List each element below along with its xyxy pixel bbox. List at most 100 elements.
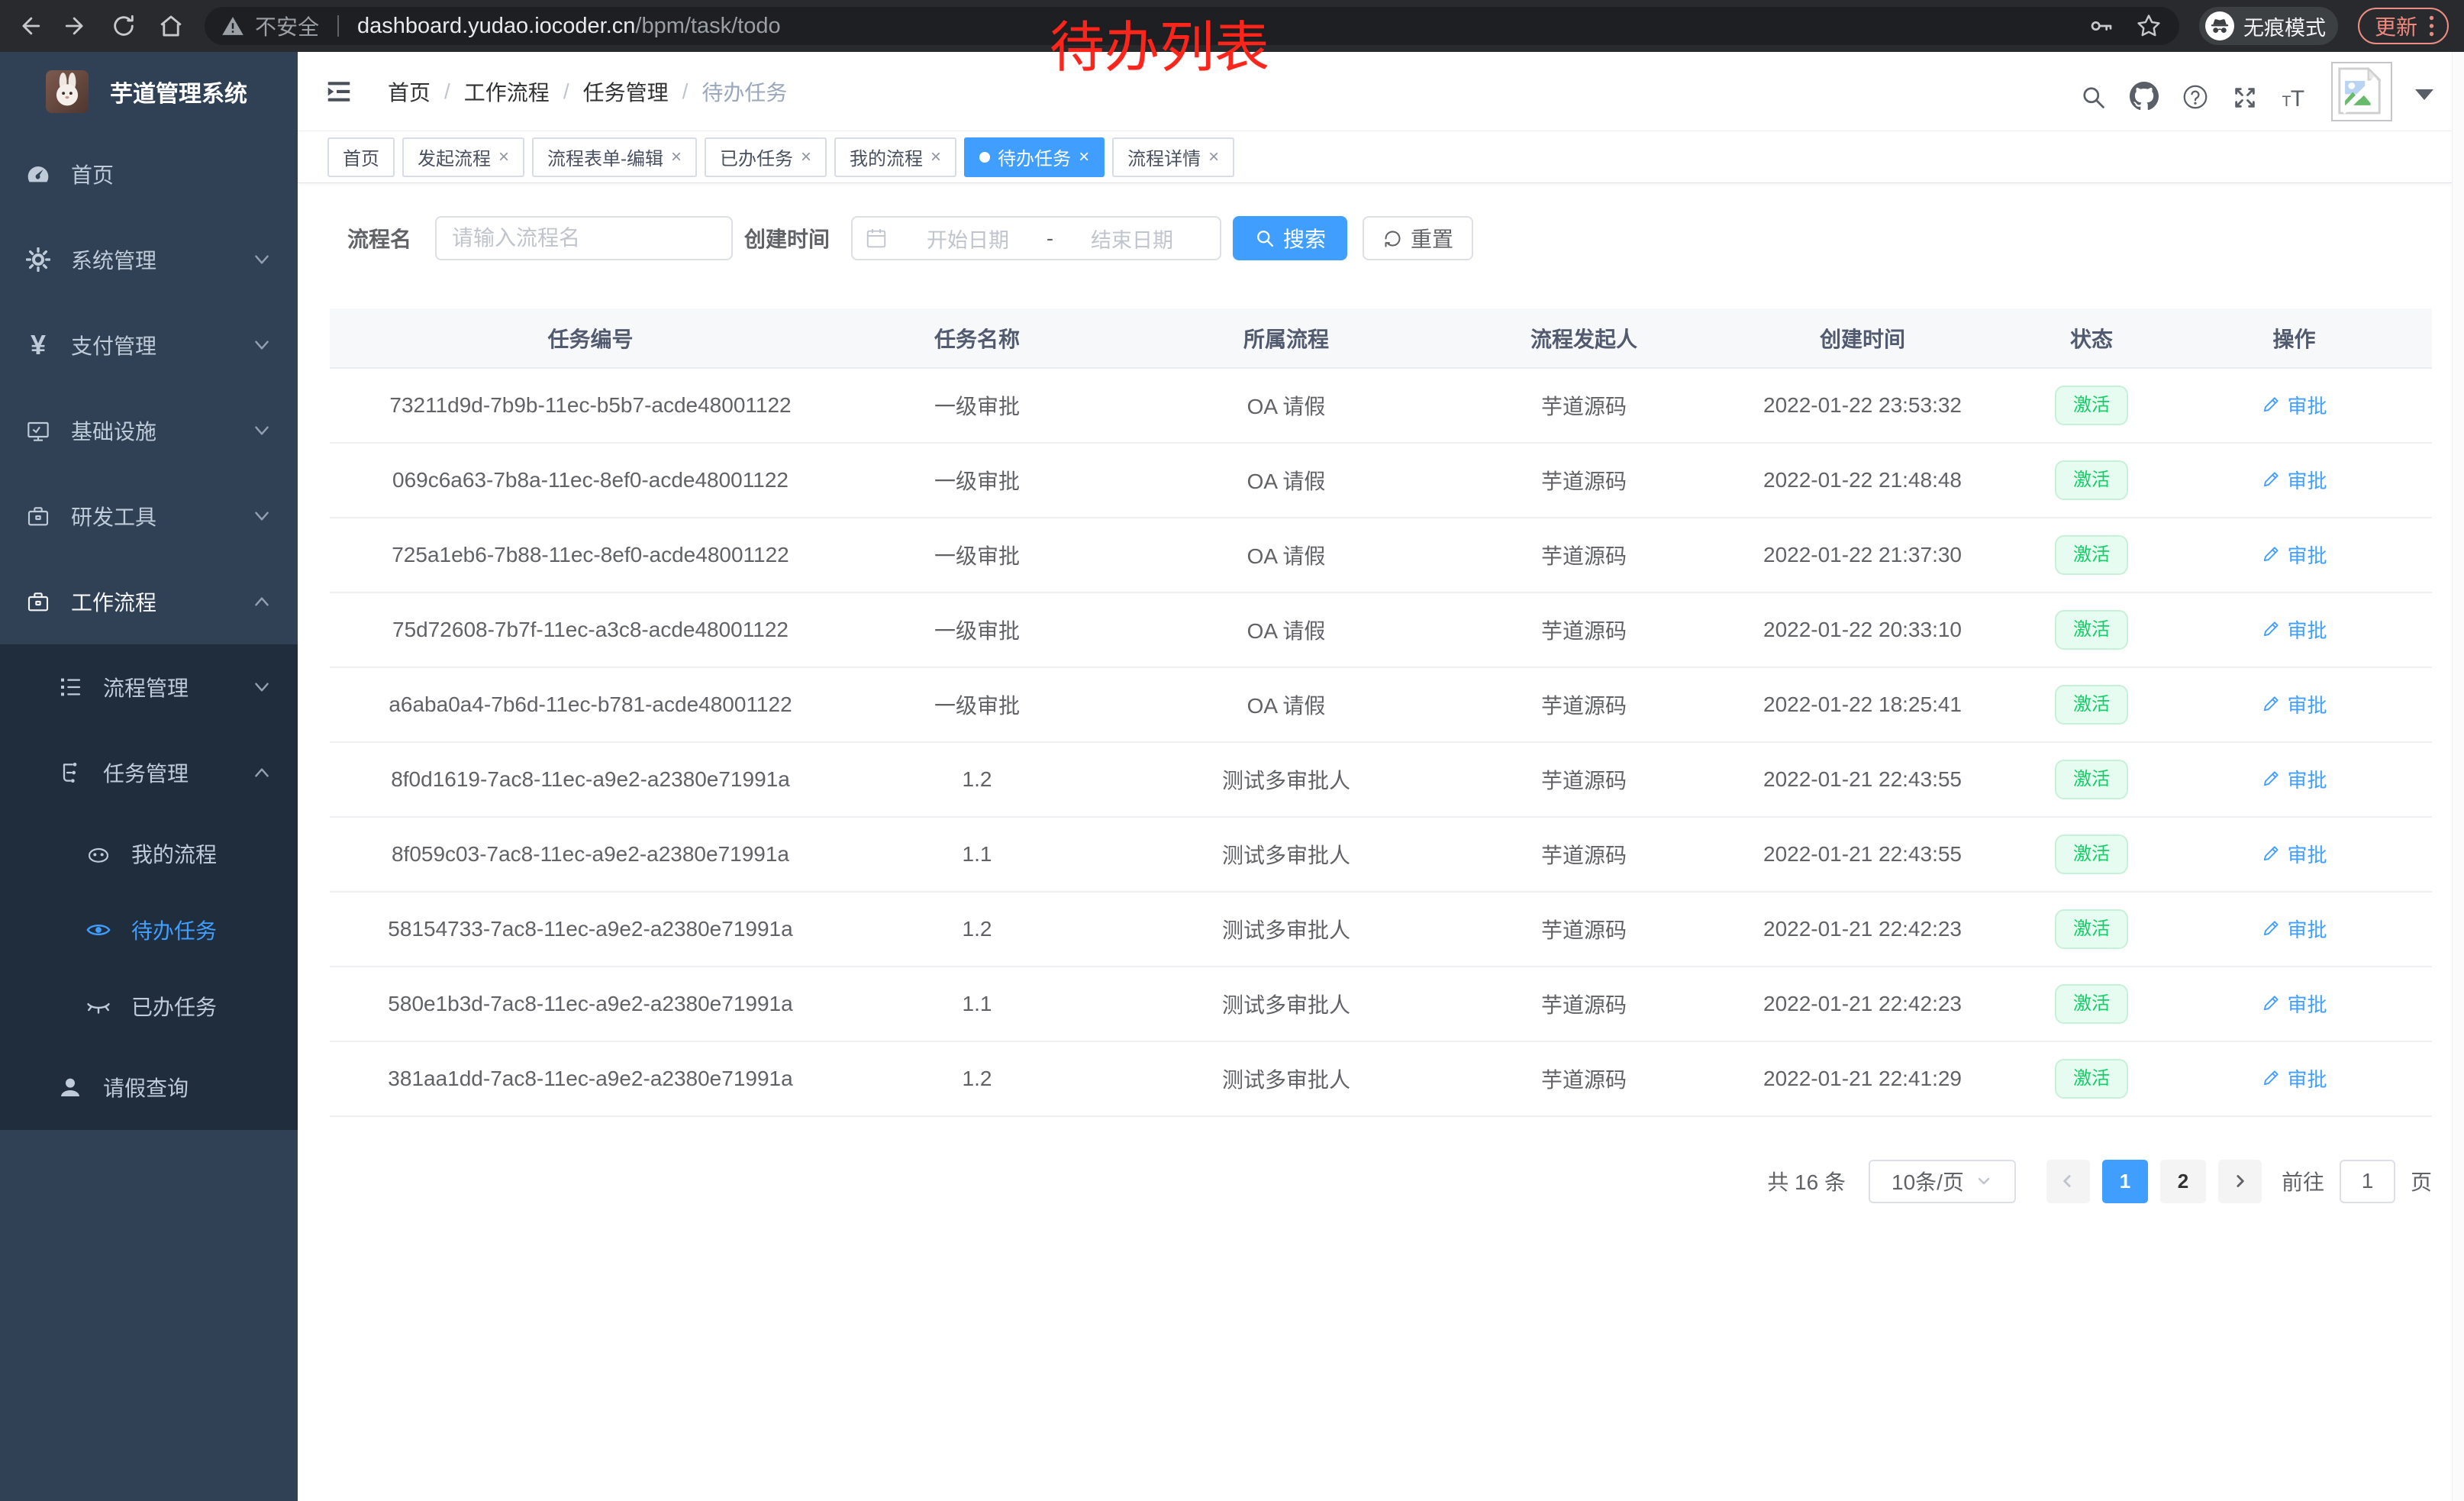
approve-link[interactable]: 审批 [2261,541,2327,569]
tab-发起流程[interactable]: 发起流程× [402,137,524,177]
back-icon[interactable] [15,12,43,40]
sidebar-item-待办任务[interactable]: 待办任务 [0,892,298,968]
edit-icon [2261,694,2281,714]
tab-我的流程[interactable]: 我的流程× [834,137,956,177]
page-button-2[interactable]: 2 [2160,1160,2206,1203]
process-name-input[interactable] [435,216,733,260]
close-icon[interactable]: × [671,148,682,166]
cell-action: 审批 [2156,667,2432,742]
cell-action: 审批 [2156,742,2432,817]
next-page-button[interactable] [2218,1160,2262,1203]
scrollbar-track[interactable] [2452,52,2464,1501]
chevron-down-icon [252,506,272,526]
sidebar-item-我的流程[interactable]: 我的流程 [0,815,298,892]
cell-action: 审批 [2156,443,2432,518]
reset-button[interactable]: 重置 [1363,216,1473,260]
tab-流程表单-编辑[interactable]: 流程表单-编辑× [532,137,697,177]
edit-icon [2261,395,2281,415]
forward-icon[interactable] [63,12,90,40]
reload-icon[interactable] [110,12,137,40]
approve-link[interactable]: 审批 [2261,690,2327,718]
pagination: 共 16 条 10条/页 12 前往 页 [1767,1159,2432,1203]
tab-已办任务[interactable]: 已办任务× [705,137,827,177]
fullscreen-icon[interactable] [2232,85,2258,111]
sidebar-item-工作流程[interactable]: 工作流程 [0,559,298,644]
sidebar-item-已办任务[interactable]: 已办任务 [0,968,298,1044]
sidebar-item-任务管理[interactable]: 任务管理 [0,730,298,815]
close-icon[interactable]: × [930,148,941,166]
sidebar-item-首页[interactable]: 首页 [0,131,298,217]
breadcrumb-workflow[interactable]: 工作流程 [464,76,550,107]
approve-link[interactable]: 审批 [2261,466,2327,494]
approve-link[interactable]: 审批 [2261,615,2327,644]
breadcrumb-task-mgmt[interactable]: 任务管理 [583,76,669,107]
table-row: 75d72608-7b7f-11ec-a3c8-acde48001122一级审批… [330,592,2432,667]
sidebar-item-流程管理[interactable]: 流程管理 [0,644,298,730]
chevron-down-icon[interactable] [2415,89,2433,100]
close-icon[interactable]: × [498,148,509,166]
close-icon[interactable]: × [1208,148,1219,166]
start-date-placeholder[interactable]: 开始日期 [892,224,1043,253]
search-icon[interactable] [2079,83,2107,111]
cell-initiator: 芋道源码 [1469,817,1698,892]
question-icon[interactable] [2182,83,2209,111]
cell-task-name: 一级审批 [851,443,1103,518]
fold-menu-icon[interactable] [324,78,354,105]
github-icon[interactable] [2130,82,2159,111]
breadcrumb-home[interactable]: 首页 [388,76,431,107]
toolbox-icon [24,504,53,528]
tab-首页[interactable]: 首页 [327,137,395,177]
cell-initiator: 芋道源码 [1469,592,1698,667]
prev-page-button[interactable] [2046,1160,2090,1203]
cell-status: 激活 [2027,817,2156,892]
sidebar-item-基础设施[interactable]: 基础设施 [0,388,298,473]
approve-link[interactable]: 审批 [2261,391,2327,419]
sidebar-item-系统管理[interactable]: 系统管理 [0,217,298,302]
page-size-select[interactable]: 10条/页 [1869,1160,2016,1203]
cell-initiator: 芋道源码 [1469,667,1698,742]
cell-created: 2022-01-22 23:53:32 [1698,368,2027,443]
close-icon[interactable]: × [1079,148,1089,166]
cell-task-id: 8f0d1619-7ac8-11ec-a9e2-a2380e71991a [330,742,851,817]
end-date-placeholder[interactable]: 结束日期 [1056,224,1208,253]
sidebar-item-支付管理[interactable]: ¥支付管理 [0,302,298,388]
approve-link[interactable]: 审批 [2261,765,2327,793]
cell-task-name: 1.1 [851,817,1103,892]
star-icon[interactable] [2135,12,2162,40]
sidebar-item-研发工具[interactable]: 研发工具 [0,473,298,559]
svg-text:T: T [2291,86,2304,111]
font-size-icon[interactable]: TT [2281,83,2308,111]
page-button-1[interactable]: 1 [2102,1160,2148,1203]
home-icon[interactable] [157,12,185,40]
cell-action: 审批 [2156,817,2432,892]
cell-process: OA 请假 [1103,443,1469,518]
approve-link[interactable]: 审批 [2261,989,2327,1018]
approve-link[interactable]: 审批 [2261,915,2327,943]
approve-link[interactable]: 审批 [2261,1064,2327,1093]
tab-流程详情[interactable]: 流程详情× [1112,137,1234,177]
broken-image-avatar[interactable] [2331,62,2392,121]
eye-closed-icon [84,993,113,1019]
sidebar-item-请假查询[interactable]: 请假查询 [0,1044,298,1130]
cell-process: 测试多审批人 [1103,1041,1469,1116]
cell-task-id: 75d72608-7b7f-11ec-a3c8-acde48001122 [330,592,851,667]
approve-link[interactable]: 审批 [2261,840,2327,868]
goto-page-input[interactable] [2340,1160,2395,1203]
close-icon[interactable]: × [801,148,811,166]
table-row: 725a1eb6-7b88-11ec-8ef0-acde48001122一级审批… [330,518,2432,592]
sidebar: 芋道管理系统 首页系统管理¥支付管理基础设施研发工具工作流程流程管理任务管理我的… [0,52,298,1501]
main-area: 首页 / 工作流程 / 任务管理 / 待办任务 TT 首页发起流程×流程表单-编… [298,52,2464,1501]
update-button[interactable]: 更新 [2358,8,2449,44]
yen-icon: ¥ [24,331,53,359]
kebab-menu-icon[interactable] [2428,15,2435,37]
tab-待办任务[interactable]: 待办任务× [964,137,1105,177]
create-time-range-picker[interactable]: 开始日期 - 结束日期 [851,216,1221,260]
key-icon[interactable] [2088,12,2115,40]
status-badge: 激活 [2055,535,2128,574]
cell-process: 测试多审批人 [1103,892,1469,967]
cell-process: OA 请假 [1103,368,1469,443]
app-logo-row[interactable]: 芋道管理系统 [0,52,298,131]
search-button[interactable]: 搜索 [1233,216,1347,260]
briefcase-icon [24,589,53,614]
status-badge: 激活 [2055,984,2128,1023]
